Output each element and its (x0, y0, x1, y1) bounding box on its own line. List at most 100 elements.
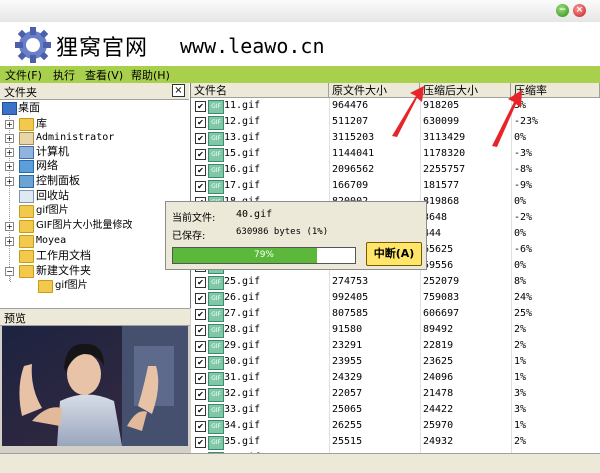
computer-icon (19, 146, 34, 159)
network-icon (19, 160, 34, 173)
cell-compressed-size: 24096 (423, 372, 454, 383)
row-checkbox[interactable]: ✔ (195, 181, 206, 192)
table-row[interactable]: ✔ GIF 27.gif 807585 606697 25% (191, 306, 600, 322)
menu-file[interactable]: 文件(F) (5, 67, 42, 83)
table-row[interactable]: ✔ GIF 31.gif 24329 24096 1% (191, 370, 600, 386)
cell-original-size: 25065 (332, 404, 363, 415)
cell-original-size: 511207 (332, 116, 369, 127)
table-row[interactable]: ✔ GIF 17.gif 166709 181577 -9% (191, 178, 600, 194)
gif-file-icon: GIF (208, 180, 224, 194)
expand-icon[interactable]: + (5, 148, 14, 157)
cell-compressed-size: 252079 (423, 276, 460, 287)
row-checkbox[interactable]: ✔ (195, 405, 206, 416)
row-checkbox[interactable]: ✔ (195, 133, 206, 144)
progress-dialog: 当前文件: 40.gif 已保存: 630986 bytes (1%) 79% … (165, 201, 427, 270)
cell-ratio: 1% (514, 356, 527, 367)
current-file-value: 40.gif (236, 209, 273, 220)
row-checkbox[interactable]: ✔ (195, 293, 206, 304)
gif-file-icon: GIF (208, 116, 224, 130)
cell-ratio: 2% (514, 324, 527, 335)
cell-compressed-size: 23625 (423, 356, 454, 367)
column-header-filename[interactable]: 文件名 (191, 83, 329, 98)
cell-original-size: 24329 (332, 372, 363, 383)
cell-original-size: 166709 (332, 180, 369, 191)
row-checkbox[interactable]: ✔ (195, 165, 206, 176)
menu-view[interactable]: 查看(V) (85, 67, 123, 83)
table-row[interactable]: ✔ GIF 34.gif 26255 25970 1% (191, 418, 600, 434)
row-checkbox[interactable]: ✔ (195, 373, 206, 384)
row-checkbox[interactable]: ✔ (195, 437, 206, 448)
folder-panel: 文件夹 × 桌面 + 库 + Administrator + 计算机 + 网络 … (0, 83, 191, 308)
gif-file-icon: GIF (208, 100, 224, 114)
cell-filename: 29.gif (224, 340, 261, 351)
table-row[interactable]: ✔ GIF 35.gif 25515 24932 2% (191, 434, 600, 450)
folder-icon (19, 205, 34, 218)
preview-panel-header: 预览 (0, 308, 190, 326)
table-row[interactable]: ✔ GIF 33.gif 25065 24422 3% (191, 402, 600, 418)
row-checkbox[interactable]: ✔ (195, 325, 206, 336)
expand-icon[interactable]: + (5, 134, 14, 143)
row-checkbox[interactable]: ✔ (195, 101, 206, 112)
expand-icon[interactable]: + (5, 120, 14, 129)
cell-filename: 13.gif (224, 132, 261, 143)
cell-compressed-size: 606697 (423, 308, 460, 319)
cell-ratio: -3% (514, 148, 533, 159)
table-row[interactable]: ✔ GIF 16.gif 2096562 2255757 -8% (191, 162, 600, 178)
expand-icon[interactable]: + (5, 162, 14, 171)
close-button[interactable]: × (573, 4, 586, 17)
menu-execute[interactable]: 执行 (53, 67, 75, 83)
cell-compressed-size: 819868 (423, 196, 460, 207)
row-checkbox[interactable]: ✔ (195, 341, 206, 352)
table-row[interactable]: ✔ GIF 28.gif 91580 89492 2% (191, 322, 600, 338)
cell-original-size: 3115203 (332, 132, 375, 143)
table-row[interactable]: ✔ GIF 30.gif 23955 23625 1% (191, 354, 600, 370)
table-row[interactable]: ✔ GIF 25.gif 274753 252079 8% (191, 274, 600, 290)
expand-icon[interactable]: + (5, 177, 14, 186)
cell-filename: 27.gif (224, 308, 261, 319)
menu-help[interactable]: 帮助(H) (131, 67, 170, 83)
cell-ratio: 2% (514, 436, 527, 447)
cell-original-size: 26255 (332, 420, 363, 431)
gif-file-icon: GIF (208, 148, 224, 162)
cell-ratio: -2% (514, 212, 533, 223)
cell-compressed-size: 89492 (423, 324, 454, 335)
expand-icon[interactable]: + (5, 237, 14, 246)
close-icon[interactable]: × (172, 84, 185, 97)
cell-compressed-size: 22819 (423, 340, 454, 351)
gif-file-icon: GIF (208, 436, 224, 450)
table-row[interactable]: ✔ GIF 32.gif 22057 21478 3% (191, 386, 600, 402)
status-bar (0, 453, 600, 473)
table-row[interactable]: ✔ GIF 15.gif 1144041 1178320 -3% (191, 146, 600, 162)
row-checkbox[interactable]: ✔ (195, 277, 206, 288)
expand-icon[interactable]: + (5, 222, 14, 231)
table-row[interactable]: ✔ GIF 29.gif 23291 22819 2% (191, 338, 600, 354)
desktop-icon (2, 102, 17, 115)
progress-bar: 79% (172, 247, 356, 264)
cell-filename: 16.gif (224, 164, 261, 175)
cell-filename: 11.gif (224, 100, 261, 111)
cell-filename: 26.gif (224, 292, 261, 303)
row-checkbox[interactable]: ✔ (195, 357, 206, 368)
cell-ratio: 0% (514, 196, 527, 207)
recycle-bin-icon (19, 190, 34, 203)
banner-title: 狸窝官网 (56, 36, 149, 61)
table-row[interactable]: ✔ GIF 26.gif 992405 759083 24% (191, 290, 600, 306)
cell-ratio: 0% (514, 228, 527, 239)
cell-ratio: 8% (514, 276, 527, 287)
cell-compressed-size: 181577 (423, 180, 460, 191)
folder-icon (19, 250, 34, 263)
collapse-icon[interactable]: − (5, 267, 14, 276)
gif-file-icon: GIF (208, 420, 224, 434)
row-checkbox[interactable]: ✔ (195, 421, 206, 432)
row-checkbox[interactable]: ✔ (195, 149, 206, 160)
gear-logo-icon (15, 27, 51, 63)
gif-file-icon: GIF (208, 164, 224, 178)
row-checkbox[interactable]: ✔ (195, 309, 206, 320)
folder-icon (19, 235, 34, 248)
row-checkbox[interactable]: ✔ (195, 389, 206, 400)
row-checkbox[interactable]: ✔ (195, 117, 206, 128)
minimize-button[interactable]: − (556, 4, 569, 17)
folder-panel-header: 文件夹 × (0, 83, 189, 100)
abort-button[interactable]: 中断(A) (366, 242, 422, 266)
preview-image (2, 326, 188, 446)
